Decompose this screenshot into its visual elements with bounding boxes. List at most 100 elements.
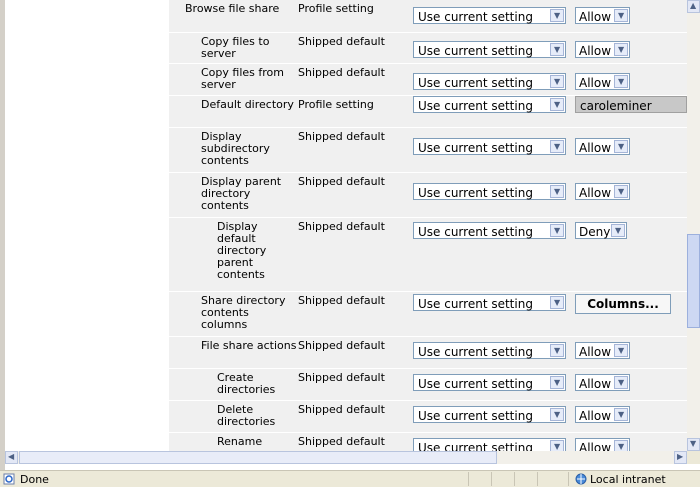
horizontal-scrollbar[interactable]: ◀ ▶ <box>5 451 687 464</box>
chevron-up-icon: ▲ <box>690 1 697 10</box>
chevron-down-icon: ▼ <box>554 442 561 451</box>
setting-source: Shipped default <box>298 294 385 307</box>
permission-select[interactable]: Allow ▼ <box>575 73 630 90</box>
permission-value: Deny <box>579 225 611 239</box>
left-panel <box>5 0 169 451</box>
table-row: Create directories Shipped default Use cur… <box>169 369 687 400</box>
security-zone-label: Local intranet <box>590 473 666 486</box>
status-separator <box>568 472 569 486</box>
chevron-down-icon: ▼ <box>554 226 561 235</box>
setting-select[interactable]: Use current setting ▼ <box>413 222 566 239</box>
columns-button[interactable]: Columns... <box>575 294 671 314</box>
dropdown-button[interactable]: ▼ <box>614 43 628 56</box>
setting-source: Shipped default <box>298 66 385 79</box>
chevron-down-icon: ▼ <box>554 187 561 196</box>
setting-select-value: Use current setting <box>418 345 533 359</box>
scrollbar-corner <box>687 451 700 464</box>
dropdown-button[interactable]: ▼ <box>614 408 628 421</box>
permission-select[interactable]: Allow ▼ <box>575 7 630 24</box>
permission-select[interactable]: Allow ▼ <box>575 41 630 58</box>
setting-select[interactable]: Use current setting ▼ <box>413 342 566 359</box>
dropdown-button[interactable]: ▼ <box>614 376 628 389</box>
status-separator <box>468 472 469 486</box>
dropdown-button[interactable]: ▼ <box>614 440 628 451</box>
setting-select-value: Use current setting <box>418 377 533 391</box>
setting-select[interactable]: Use current setting ▼ <box>413 41 566 58</box>
horizontal-scrollbar-thumb[interactable] <box>19 451 497 464</box>
permission-select[interactable]: Allow ▼ <box>575 438 630 451</box>
setting-select[interactable]: Use current setting ▼ <box>413 73 566 90</box>
dropdown-button[interactable]: ▼ <box>611 224 625 237</box>
dropdown-button[interactable]: ▼ <box>614 140 628 153</box>
dropdown-button[interactable]: ▼ <box>550 224 564 237</box>
dropdown-button[interactable]: ▼ <box>550 296 564 309</box>
dropdown-button[interactable]: ▼ <box>614 344 628 357</box>
chevron-down-icon: ▼ <box>618 187 625 196</box>
dropdown-button[interactable]: ▼ <box>614 185 628 198</box>
table-row: Display default directory parent content… <box>169 218 687 291</box>
dropdown-button[interactable]: ▼ <box>550 440 564 451</box>
setting-select-value: Use current setting <box>418 141 533 155</box>
dropdown-button[interactable]: ▼ <box>550 9 564 22</box>
scrollbar-thumb[interactable] <box>687 234 700 328</box>
permission-value: Allow <box>579 10 612 24</box>
local-intranet-icon <box>575 473 587 485</box>
chevron-down-icon: ▼ <box>618 77 625 86</box>
permission-select[interactable]: Allow ▼ <box>575 374 630 391</box>
vertical-scrollbar[interactable]: ▲ ▼ <box>687 0 700 451</box>
dropdown-button[interactable]: ▼ <box>614 9 628 22</box>
scroll-up-button[interactable]: ▲ <box>687 0 700 13</box>
setting-source: Shipped default <box>298 339 385 352</box>
permission-select[interactable]: Allow ▼ <box>575 138 630 155</box>
setting-select-value: Use current setting <box>418 44 533 58</box>
permission-select[interactable]: Allow ▼ <box>575 406 630 423</box>
table-row: Browse file share Profile setting Use curr… <box>169 0 687 32</box>
dropdown-button[interactable]: ▼ <box>550 344 564 357</box>
setting-source: Shipped default <box>298 130 385 143</box>
dropdown-button[interactable]: ▼ <box>550 75 564 88</box>
dropdown-button[interactable]: ▼ <box>614 75 628 88</box>
setting-select[interactable]: Use current setting ▼ <box>413 96 566 113</box>
scroll-down-button[interactable]: ▼ <box>687 438 700 451</box>
setting-select[interactable]: Use current setting ▼ <box>413 7 566 24</box>
chevron-down-icon: ▼ <box>554 100 561 109</box>
chevron-down-icon: ▼ <box>615 226 622 235</box>
permission-select[interactable]: Allow ▼ <box>575 183 630 200</box>
chevron-down-icon: ▼ <box>554 410 561 419</box>
setting-source: Shipped default <box>298 371 385 384</box>
setting-source: Shipped default <box>298 435 385 448</box>
table-row: Share directory contents columns Shipped … <box>169 292 687 336</box>
setting-select[interactable]: Use current setting ▼ <box>413 294 566 311</box>
setting-name: Rename <box>217 435 263 448</box>
scroll-right-button[interactable]: ▶ <box>674 451 687 464</box>
dropdown-button[interactable]: ▼ <box>550 140 564 153</box>
setting-select[interactable]: Use current setting ▼ <box>413 374 566 391</box>
setting-name: Delete directories <box>217 403 276 428</box>
permission-select[interactable]: Allow ▼ <box>575 342 630 359</box>
settings-table: Browse file share Profile setting Use curr… <box>169 0 687 451</box>
setting-name: Copy files to server <box>201 35 270 60</box>
setting-select-value: Use current setting <box>418 297 533 311</box>
chevron-down-icon: ▼ <box>554 142 561 151</box>
default-directory-field[interactable]: caroleminer <box>575 96 687 113</box>
setting-select-value: Use current setting <box>418 186 533 200</box>
dropdown-button[interactable]: ▼ <box>550 408 564 421</box>
setting-select[interactable]: Use current setting ▼ <box>413 438 566 451</box>
dropdown-button[interactable]: ▼ <box>550 185 564 198</box>
table-row: Rename Shipped default Use current setting… <box>169 433 687 451</box>
setting-select-value: Use current setting <box>418 10 533 24</box>
permission-select[interactable]: Deny ▼ <box>575 222 627 239</box>
setting-select[interactable]: Use current setting ▼ <box>413 406 566 423</box>
permission-value: Allow <box>579 44 612 58</box>
dropdown-button[interactable]: ▼ <box>550 43 564 56</box>
setting-select[interactable]: Use current setting ▼ <box>413 183 566 200</box>
setting-select-value: Use current setting <box>418 441 533 451</box>
setting-select[interactable]: Use current setting ▼ <box>413 138 566 155</box>
dropdown-button[interactable]: ▼ <box>550 98 564 111</box>
chevron-down-icon: ▼ <box>554 346 561 355</box>
setting-source: Shipped default <box>298 175 385 188</box>
chevron-left-icon: ◀ <box>8 452 15 461</box>
scroll-left-button[interactable]: ◀ <box>5 451 18 464</box>
dropdown-button[interactable]: ▼ <box>550 376 564 389</box>
setting-name: Create directories <box>217 371 276 396</box>
